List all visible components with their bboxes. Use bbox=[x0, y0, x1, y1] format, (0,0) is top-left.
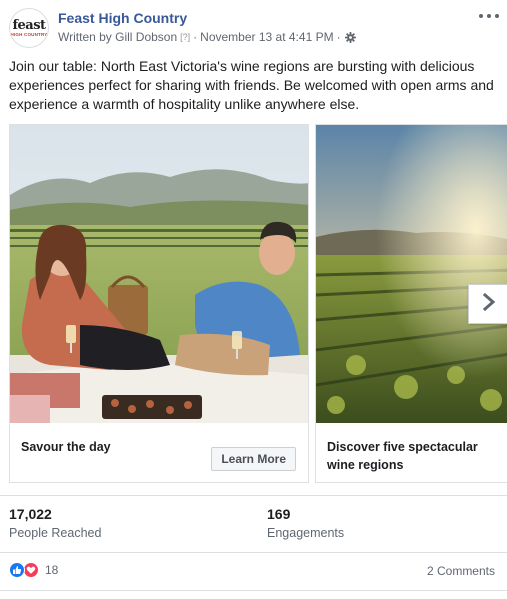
avatar[interactable]: feast HIGH COUNTRY bbox=[9, 8, 49, 48]
avatar-logo-sub: HIGH COUNTRY bbox=[10, 31, 48, 37]
more-options-icon[interactable] bbox=[479, 10, 499, 22]
engagement-value: 169 bbox=[267, 506, 291, 522]
post-text: Join our table: North East Victoria's wi… bbox=[9, 58, 494, 112]
like-icon bbox=[9, 562, 25, 578]
carousel: Savour the day Learn More Discover five … bbox=[9, 124, 507, 484]
card-title[interactable]: Discover five spectacular wine regions bbox=[327, 438, 497, 474]
post-header: feast HIGH COUNTRY Feast High Country Wr… bbox=[9, 8, 499, 50]
timestamp-link[interactable]: November 13 at 4:41 PM bbox=[200, 30, 333, 44]
meta-separator: · bbox=[193, 30, 198, 44]
people-reached-stat: 17,022 People Reached bbox=[9, 506, 101, 540]
divider bbox=[0, 495, 507, 496]
carousel-card[interactable]: Savour the day Learn More bbox=[9, 124, 309, 483]
vineyard-photo[interactable] bbox=[316, 125, 507, 423]
card-title[interactable]: Savour the day bbox=[21, 438, 111, 456]
reaction-count[interactable]: 18 bbox=[45, 563, 58, 577]
engagements-stat: 169 Engagements bbox=[267, 506, 344, 540]
chevron-right-icon bbox=[482, 292, 496, 316]
page-name-link[interactable]: Feast High Country bbox=[58, 10, 187, 26]
love-icon bbox=[23, 562, 39, 578]
avatar-logo-word: feast bbox=[12, 17, 46, 33]
divider bbox=[0, 552, 507, 553]
gear-icon[interactable] bbox=[344, 31, 356, 43]
reactions-summary[interactable]: 18 bbox=[9, 562, 58, 578]
picnic-photo[interactable] bbox=[10, 125, 308, 423]
comments-link[interactable]: 2 Comments bbox=[427, 564, 495, 578]
reach-value: 17,022 bbox=[9, 506, 52, 522]
post-meta: Written by Gill Dobson [?] · November 13… bbox=[58, 30, 356, 44]
divider bbox=[0, 590, 507, 591]
help-marker[interactable]: [?] bbox=[180, 32, 190, 42]
meta-separator-2: · bbox=[336, 30, 341, 44]
carousel-next-button[interactable] bbox=[468, 284, 507, 324]
engagement-label: Engagements bbox=[267, 526, 345, 540]
reach-label: People Reached bbox=[9, 526, 102, 540]
written-by: Written by Gill Dobson bbox=[58, 30, 178, 44]
learn-more-button[interactable]: Learn More bbox=[211, 447, 296, 471]
